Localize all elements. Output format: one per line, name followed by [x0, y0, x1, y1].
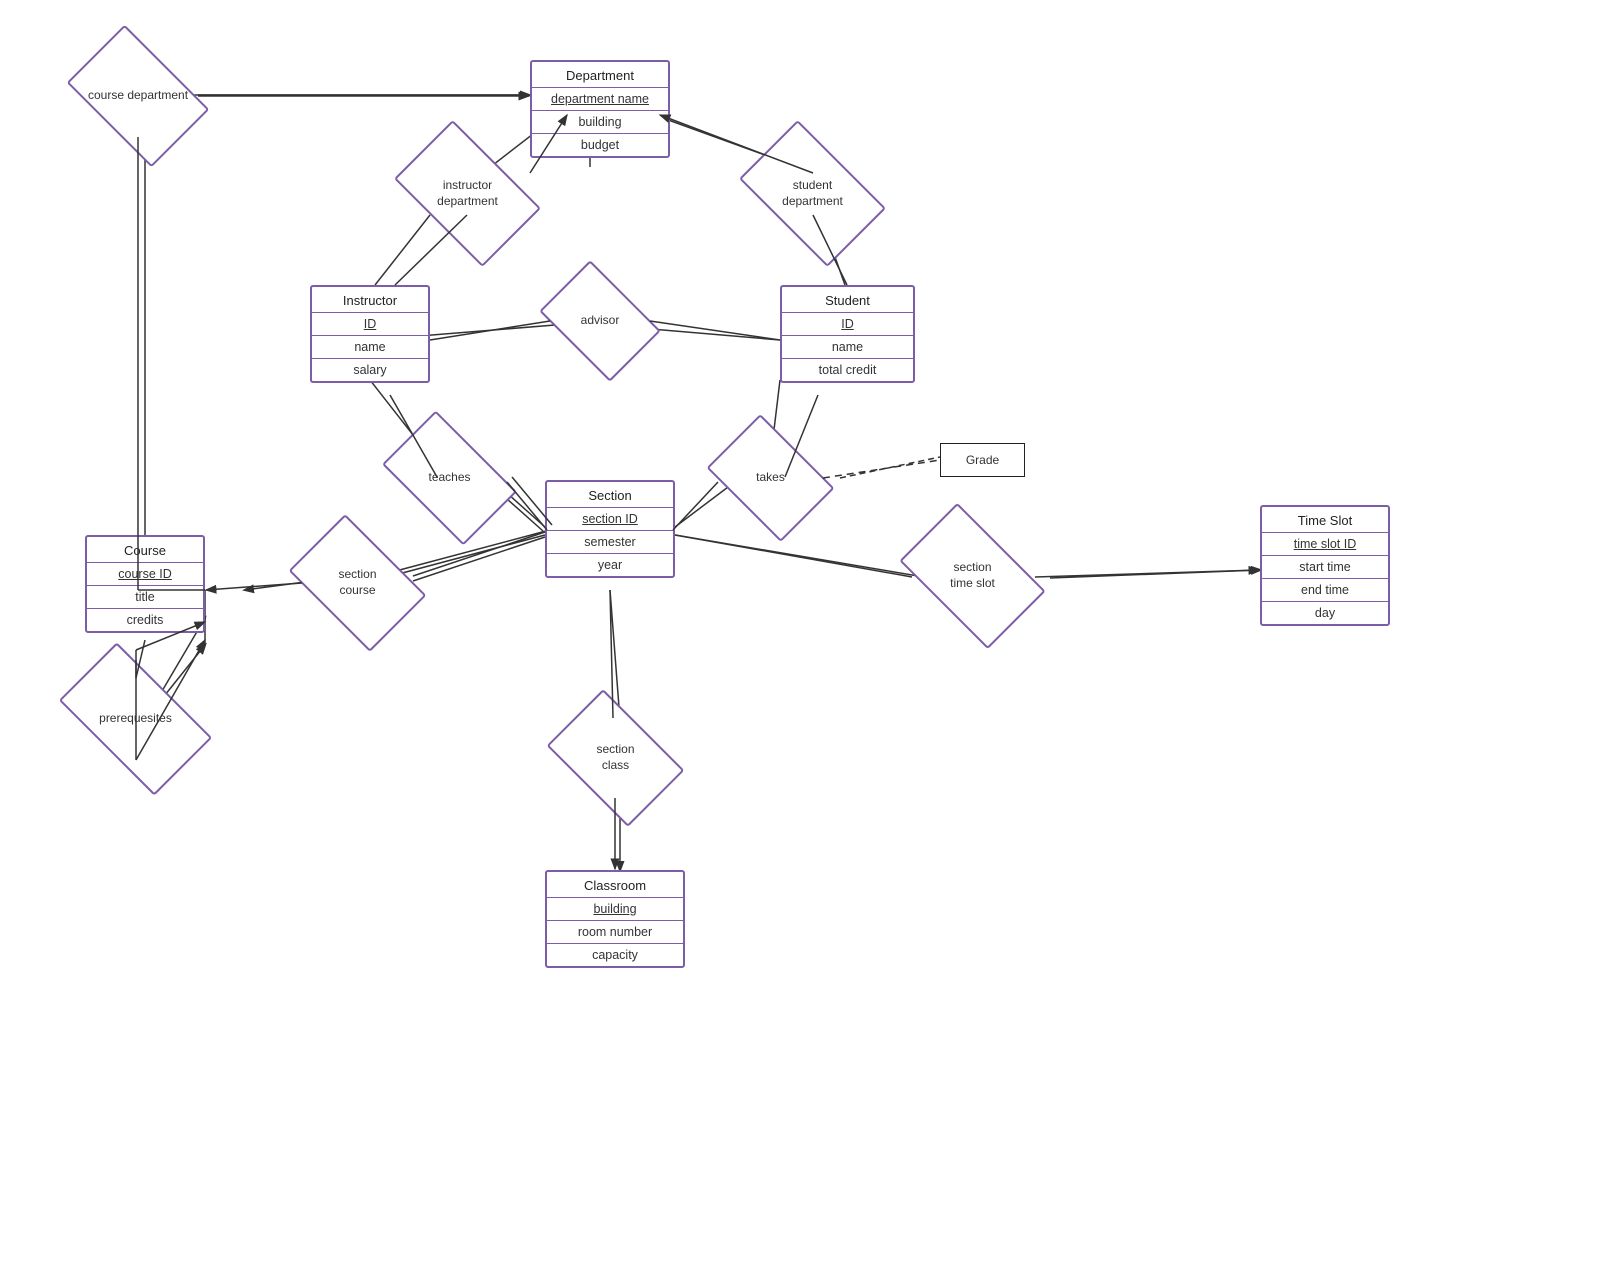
course-attr-id: course ID: [87, 563, 203, 585]
course-department-diamond: course department: [78, 55, 198, 137]
instructor-attr-id: ID: [312, 313, 428, 335]
instructor-attr-name: name: [312, 336, 428, 358]
student-title: Student: [782, 287, 913, 312]
course-attr-title: title: [87, 586, 203, 608]
timeslot-title: Time Slot: [1262, 507, 1388, 532]
prerequesites-diamond: prerequesites: [68, 678, 203, 760]
instructor-department-diamond: instructordepartment: [405, 152, 530, 235]
timeslot-attr-id: time slot ID: [1262, 533, 1388, 555]
student-department-diamond: studentdepartment: [750, 152, 875, 235]
student-attr-id: ID: [782, 313, 913, 335]
timeslot-attr-start: start time: [1262, 556, 1388, 578]
advisor-diamond: advisor: [550, 285, 650, 357]
grade-box: Grade: [940, 443, 1025, 477]
section-attr-id: section ID: [547, 508, 673, 530]
takes-diamond: takes: [718, 440, 823, 516]
classroom-attr-capacity: capacity: [547, 944, 683, 966]
section-title: Section: [547, 482, 673, 507]
section-class-diamond: sectionclass: [558, 718, 673, 798]
classroom-title: Classroom: [547, 872, 683, 897]
instructor-entity: Instructor ID name salary: [310, 285, 430, 383]
teaches-diamond: teaches: [392, 440, 507, 516]
section-course-diamond: sectioncourse: [300, 543, 415, 623]
student-attr-totalcredit: total credit: [782, 359, 913, 381]
section-timeslot-diamond: sectiontime slot: [910, 535, 1035, 617]
timeslot-attr-day: day: [1262, 602, 1388, 624]
department-attr-name: department name: [532, 88, 668, 110]
section-attr-semester: semester: [547, 531, 673, 553]
classroom-attr-building: building: [547, 898, 683, 920]
student-entity: Student ID name total credit: [780, 285, 915, 383]
classroom-attr-roomnum: room number: [547, 921, 683, 943]
er-diagram: Department department name building budg…: [0, 0, 1600, 1280]
course-title: Course: [87, 537, 203, 562]
department-attr-building: building: [532, 111, 668, 133]
instructor-attr-salary: salary: [312, 359, 428, 381]
department-title: Department: [532, 62, 668, 87]
student-attr-name: name: [782, 336, 913, 358]
department-attr-budget: budget: [532, 134, 668, 156]
section-attr-year: year: [547, 554, 673, 576]
instructor-title: Instructor: [312, 287, 428, 312]
course-entity: Course course ID title credits: [85, 535, 205, 633]
timeslot-attr-end: end time: [1262, 579, 1388, 601]
classroom-entity: Classroom building room number capacity: [545, 870, 685, 968]
section-entity: Section section ID semester year: [545, 480, 675, 578]
grade-label: Grade: [966, 453, 999, 467]
timeslot-entity: Time Slot time slot ID start time end ti…: [1260, 505, 1390, 626]
course-attr-credits: credits: [87, 609, 203, 631]
department-entity: Department department name building budg…: [530, 60, 670, 158]
